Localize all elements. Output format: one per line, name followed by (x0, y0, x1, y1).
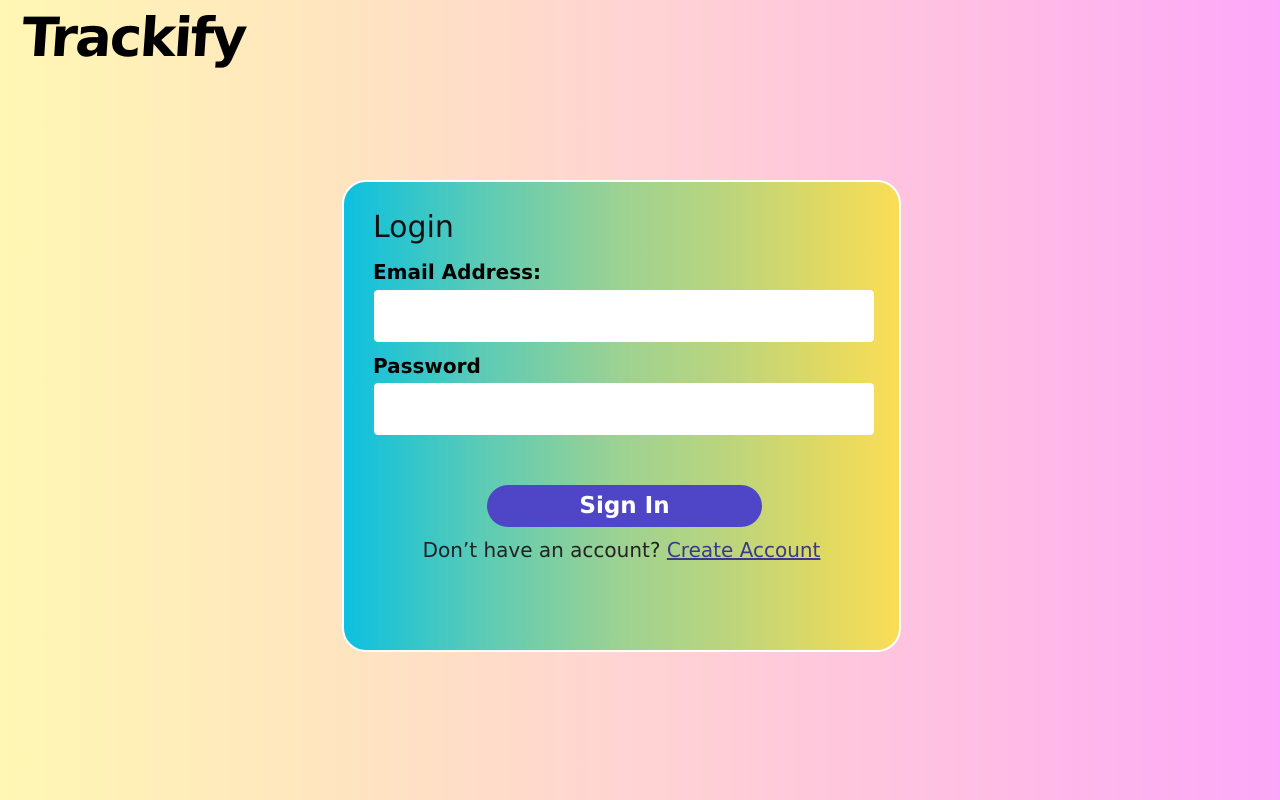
login-title: Login (373, 210, 454, 245)
password-field[interactable] (374, 383, 874, 435)
signup-prompt-line: Don’t have an account? Create Account (344, 538, 899, 562)
email-label: Email Address: (373, 260, 542, 284)
trackify-logo: Trackify (19, 6, 248, 69)
create-account-link[interactable]: Create Account (667, 538, 821, 562)
password-label: Password (373, 354, 481, 378)
signup-prompt-text: Don’t have an account? (422, 538, 661, 562)
email-field[interactable] (374, 290, 874, 342)
login-card: Login Email Address: Password Sign In Do… (342, 180, 901, 652)
sign-in-button[interactable]: Sign In (487, 485, 762, 527)
